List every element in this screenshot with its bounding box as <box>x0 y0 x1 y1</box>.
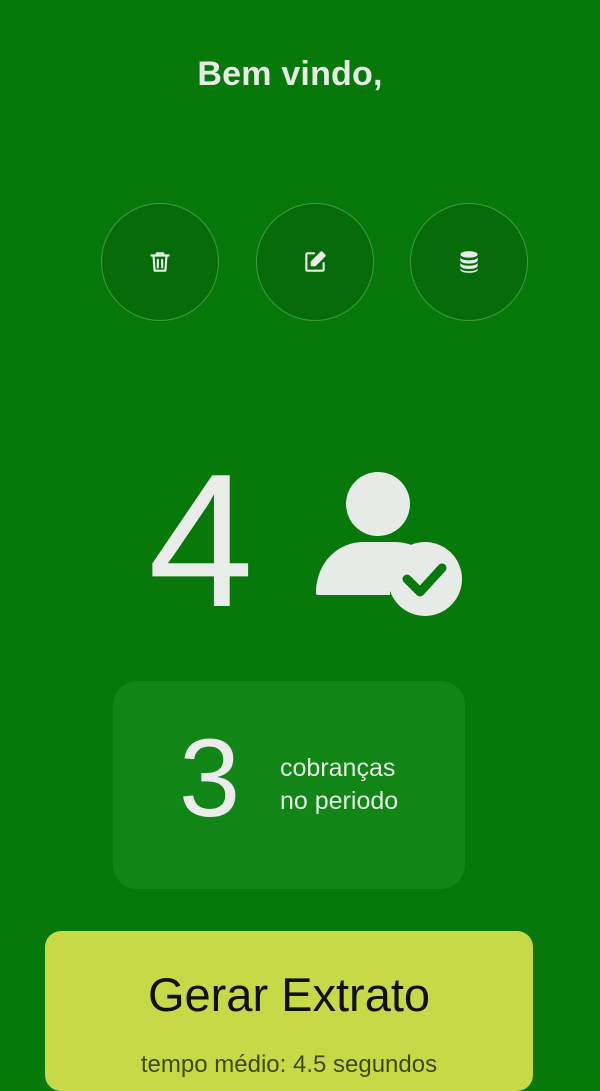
users-count-block: 4 <box>140 446 480 636</box>
delete-button[interactable] <box>101 203 219 321</box>
period-charges-card: 3 cobranças no periodo <box>113 681 465 889</box>
period-label-line1: cobranças <box>280 754 396 782</box>
generate-extract-label: Gerar Extrato <box>147 968 431 1021</box>
edit-button[interactable] <box>256 203 374 321</box>
edit-icon <box>305 251 326 272</box>
greeting-title: Bem vindo, <box>197 55 383 93</box>
action-buttons-row <box>101 203 531 323</box>
database-button[interactable] <box>410 203 528 321</box>
users-count-value: 4 <box>148 435 254 647</box>
app-screen: Bem vindo, 4 3 cobranças no periodo Gera… <box>0 0 600 1091</box>
generate-extract-button[interactable]: Gerar Extrato tempo médio: 4.5 segundos <box>45 931 533 1091</box>
period-charges-label: cobranças no periodo <box>280 752 450 818</box>
period-charges-count: 3 <box>179 717 241 840</box>
trash-icon <box>150 252 170 272</box>
user-check-icon <box>316 472 462 616</box>
database-icon <box>460 251 478 273</box>
average-time-label: tempo médio: 4.5 segundos <box>140 1051 438 1078</box>
period-label-line2: no periodo <box>280 787 399 815</box>
